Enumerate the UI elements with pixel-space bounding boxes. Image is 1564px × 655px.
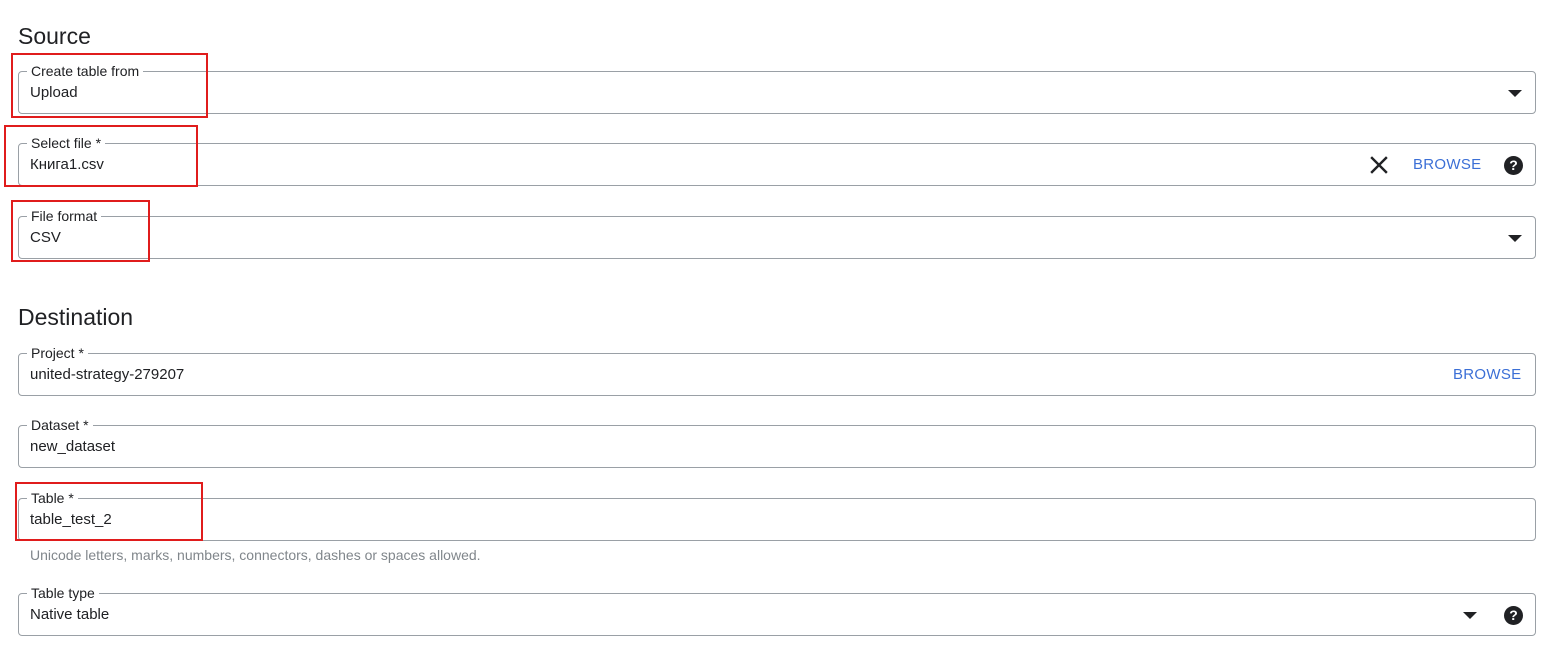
dataset-value: new_dataset [30, 438, 116, 455]
project-value: united-strategy-279207 [30, 366, 185, 383]
file-format-label: File format [27, 208, 102, 224]
chevron-down-icon[interactable] [1508, 90, 1522, 97]
table-value: table_test_2 [30, 511, 112, 528]
chevron-down-icon[interactable] [1463, 612, 1477, 619]
project-label: Project * [27, 345, 88, 361]
file-format-value: CSV [30, 229, 61, 246]
project-browse-button[interactable]: BROWSE [1453, 366, 1521, 384]
file-format-select[interactable]: File format CSV [18, 208, 1536, 259]
table-type-select[interactable]: Table type Native table ? [18, 585, 1536, 636]
table-type-label: Table type [27, 585, 99, 601]
table-type-value: Native table [30, 606, 110, 623]
select-file-value: Книга1.csv [30, 156, 104, 173]
select-file-field[interactable]: Select file * Книга1.csv BROWSE ? [18, 135, 1536, 186]
select-file-browse-button[interactable]: BROWSE [1413, 156, 1481, 174]
table-name-input[interactable]: Table * table_test_2 [18, 490, 1536, 541]
help-icon[interactable]: ? [1504, 156, 1523, 175]
project-field[interactable]: Project * united-strategy-279207 BROWSE [18, 345, 1536, 396]
dataset-label: Dataset * [27, 417, 93, 433]
create-table-from-value: Upload [30, 84, 78, 101]
table-name-hint: Unicode letters, marks, numbers, connect… [30, 547, 481, 563]
chevron-down-icon[interactable] [1508, 235, 1522, 242]
dataset-field[interactable]: Dataset * new_dataset [18, 417, 1536, 468]
help-icon[interactable]: ? [1504, 606, 1523, 625]
destination-section-title: Destination [18, 304, 134, 330]
create-table-from-label: Create table from [27, 63, 144, 79]
create-table-from-select[interactable]: Create table from Upload [18, 63, 1536, 114]
select-file-label: Select file * [27, 135, 106, 151]
close-icon[interactable] [1369, 155, 1389, 175]
table-label: Table * [27, 490, 78, 506]
source-section-title: Source [18, 23, 91, 49]
